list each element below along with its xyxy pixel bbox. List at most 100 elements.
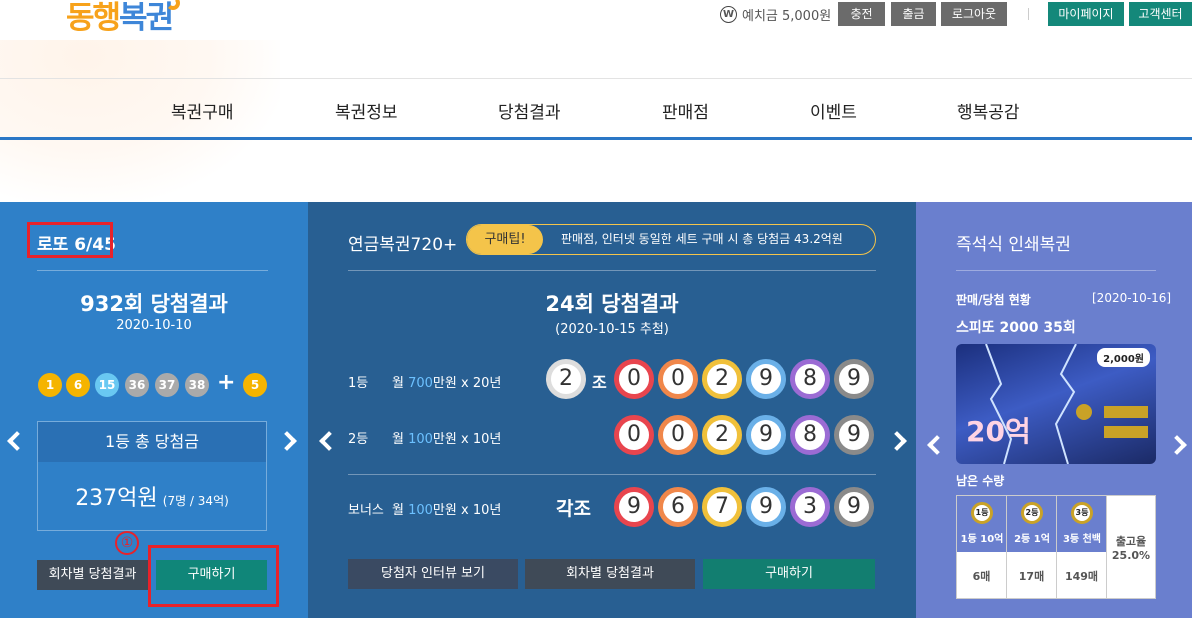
nav-item-results[interactable]: 당첨결과 bbox=[498, 98, 561, 123]
logo-mark-icon bbox=[166, 0, 180, 10]
plus-sign: + bbox=[217, 370, 236, 395]
rank-label: 1등 bbox=[348, 376, 369, 391]
prize-years: 20년 bbox=[472, 376, 502, 391]
prize-header: 1등 총 당첨금 bbox=[38, 422, 266, 462]
pension-buy-button[interactable]: 구매하기 bbox=[703, 559, 875, 589]
next-arrow-icon[interactable] bbox=[277, 431, 297, 451]
nav-item-info[interactable]: 복권정보 bbox=[335, 98, 398, 123]
nav-item-stores[interactable]: 판매점 bbox=[662, 98, 709, 123]
next-arrow-icon[interactable] bbox=[887, 431, 907, 451]
medal-label: 3등 천백 bbox=[1062, 534, 1102, 545]
interview-button[interactable]: 당첨자 인터뷰 보기 bbox=[348, 559, 518, 589]
medal-column: 2등 2등 1억 17매 bbox=[1007, 496, 1057, 598]
status-label: 판매/당첨 현황 bbox=[956, 293, 1031, 307]
group-number-ball: 2 bbox=[546, 359, 586, 399]
digit-ball: 9 bbox=[834, 359, 874, 399]
logout-button[interactable]: 로그아웃 bbox=[941, 2, 1007, 26]
withdraw-button[interactable]: 출금 bbox=[891, 2, 936, 26]
prize-box: 1등 총 당첨금 237억원 (7명 / 34억) bbox=[37, 421, 267, 531]
prize-amount-row: 237억원 (7명 / 34억) bbox=[38, 480, 266, 512]
instant-title[interactable]: 즉석식 인쇄복권 bbox=[956, 230, 1071, 255]
site-logo[interactable]: 동행복권 bbox=[66, 0, 174, 37]
digit-ball: 8 bbox=[790, 415, 830, 455]
charge-button[interactable]: 충전 bbox=[838, 2, 885, 26]
nav-item-buy[interactable]: 복권구매 bbox=[171, 98, 234, 123]
medal-icon: 1등 bbox=[971, 502, 993, 524]
pension-history-button[interactable]: 회차별 당첨결과 bbox=[525, 559, 695, 589]
lotto-draw-date: 2020-10-10 bbox=[116, 318, 192, 333]
pension-title[interactable]: 연금복권720+ bbox=[348, 230, 457, 255]
digit-ball: 9 bbox=[746, 359, 786, 399]
prize-amount: 237억원 bbox=[75, 486, 158, 511]
digit-ball: 2 bbox=[702, 359, 742, 399]
digit-ball: 8 bbox=[790, 359, 830, 399]
next-arrow-icon[interactable] bbox=[1167, 435, 1187, 455]
divider bbox=[348, 270, 876, 271]
prize-suffix: 만원 x bbox=[432, 376, 473, 391]
status-date: [2020-10-16] bbox=[1092, 291, 1172, 305]
pension-prize-row: 보너스 월 100만원 x 10년 bbox=[348, 499, 501, 518]
highlight-box-title bbox=[27, 222, 113, 258]
medal-icon: 3등 bbox=[1071, 502, 1093, 524]
buy-tip: 구매팁! 판매점, 인터넷 동일한 세트 구매 시 총 당첨금 43.2억원 bbox=[466, 224, 876, 255]
prize-prefix: 월 bbox=[392, 503, 409, 518]
digit-ball: 9 bbox=[746, 487, 786, 527]
prev-arrow-icon[interactable] bbox=[927, 435, 947, 455]
digit-ball: 2 bbox=[702, 415, 742, 455]
speetto-ticket-image[interactable]: 2,000원 20억 bbox=[956, 344, 1156, 464]
rank-label: 보너스 bbox=[348, 503, 384, 518]
mypage-button[interactable]: 마이페이지 bbox=[1048, 2, 1124, 26]
medal-header: 3등 3등 천백 bbox=[1057, 496, 1106, 552]
main-nav: 복권구매 복권정보 당첨결과 판매점 이벤트 행복공감 bbox=[0, 78, 1192, 140]
pension-draw-date: (2020-10-15 추첨) bbox=[555, 322, 669, 337]
nav-item-community[interactable]: 행복공감 bbox=[957, 98, 1020, 123]
prize-amount: 100 bbox=[408, 503, 433, 518]
prev-arrow-icon[interactable] bbox=[319, 431, 339, 451]
digit-ball: 9 bbox=[834, 415, 874, 455]
digit-ball: 7 bbox=[702, 487, 742, 527]
digit-ball: 6 bbox=[658, 487, 698, 527]
prize-years: 10년 bbox=[472, 432, 502, 447]
medal-count: 6매 bbox=[972, 570, 991, 583]
remaining-label: 남은 수량 bbox=[956, 474, 1005, 488]
divider bbox=[37, 270, 268, 271]
prize-prefix: 월 bbox=[392, 376, 409, 391]
nav-item-events[interactable]: 이벤트 bbox=[810, 98, 857, 123]
deposit-text: 예치금 5,000원 bbox=[742, 8, 832, 24]
lotto-ball: 1 bbox=[38, 373, 62, 397]
prize-years: 10년 bbox=[472, 503, 502, 518]
group-label: 조 bbox=[592, 373, 607, 392]
prev-arrow-icon[interactable] bbox=[7, 431, 27, 451]
tip-label: 구매팁! bbox=[467, 225, 543, 254]
medal-label: 1등 10억 bbox=[960, 534, 1004, 545]
ticket-price: 2,000원 bbox=[1097, 348, 1150, 367]
digit-ball: 0 bbox=[658, 415, 698, 455]
remaining-table: 1등 1등 10억 6매 2등 2등 1억 17매 3등 3등 천백 149매 출고율 25.0… bbox=[956, 495, 1156, 599]
digit-ball: 9 bbox=[614, 487, 654, 527]
lotto-round-title: 932회 당첨결과 bbox=[80, 292, 228, 316]
medal-header: 2등 2등 1억 bbox=[1007, 496, 1056, 552]
digit-ball: 3 bbox=[790, 487, 830, 527]
digit-ball: 0 bbox=[614, 359, 654, 399]
release-rate: 출고율 25.0% bbox=[1107, 496, 1155, 598]
lotto-history-button[interactable]: 회차별 당첨결과 bbox=[37, 560, 148, 590]
prize-amount: 700 bbox=[408, 376, 433, 391]
bonus-ball: 5 bbox=[243, 373, 267, 397]
medal-header: 1등 1등 10억 bbox=[957, 496, 1006, 552]
annotation-marker: ① bbox=[115, 531, 139, 555]
lotto-ball: 36 bbox=[125, 373, 149, 397]
lotto-panel: 로또 6/45 932회 당첨결과 2020-10-10 1 6 15 36 37 38 … bbox=[0, 202, 308, 618]
rank-label: 2등 bbox=[348, 432, 369, 447]
release-label: 출고율 bbox=[1115, 534, 1147, 548]
pension-prize-row: 1등 월 700만원 x 20년 bbox=[348, 372, 501, 391]
lotto-ball: 6 bbox=[66, 373, 90, 397]
pension-panel: 연금복권720+ 구매팁! 판매점, 인터넷 동일한 세트 구매 시 총 당첨금… bbox=[308, 202, 916, 618]
prize-suffix: 만원 x bbox=[432, 503, 473, 518]
top-header: 동행복권 W 예치금 5,000원 충전 출금 로그아웃 마이페이지 고객센터 bbox=[0, 0, 1192, 200]
medal-count: 149매 bbox=[1064, 570, 1099, 583]
pension-prize-row: 2등 월 100만원 x 10년 bbox=[348, 428, 501, 447]
tip-text: 판매점, 인터넷 동일한 세트 구매 시 총 당첨금 43.2억원 bbox=[561, 232, 843, 246]
deposit-info: W 예치금 5,000원 bbox=[720, 2, 831, 26]
highlight-box-buy bbox=[148, 545, 279, 607]
support-button[interactable]: 고객센터 bbox=[1129, 2, 1192, 26]
